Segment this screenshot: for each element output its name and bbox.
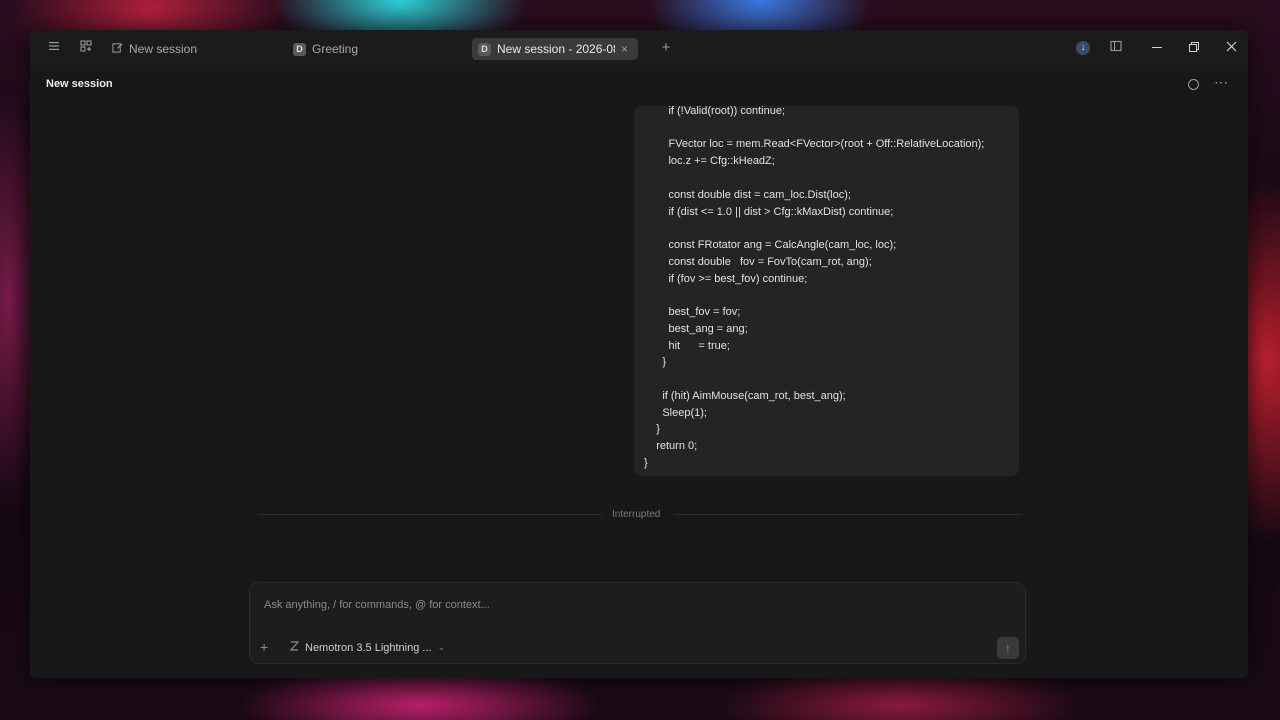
interrupted-label: Interrupted (612, 509, 661, 520)
code-line: if (!Valid(root)) continue; (644, 106, 786, 117)
minimize-icon[interactable] (1147, 38, 1167, 58)
tab-label: New session (129, 42, 198, 56)
layout-icon[interactable] (78, 40, 94, 56)
composer: + Nemotron 3.5 Lightning ... ⌄ ↑ (249, 582, 1026, 664)
code-line: } (644, 356, 667, 368)
tab-greeting[interactable]: D Greeting (293, 38, 358, 60)
page-title: New session (46, 78, 113, 90)
plus-icon[interactable]: + (658, 40, 674, 56)
code-block: if (!Valid(root)) continue; FVector loc … (634, 106, 1019, 476)
code-line: const double fov = FovTo(cam_rot, ang); (644, 256, 872, 268)
tab-badge: D (478, 42, 491, 56)
tab-active-session[interactable]: D New session - 2026-08-28 × (472, 38, 638, 60)
send-button[interactable]: ↑ (997, 637, 1019, 659)
model-selector[interactable]: Nemotron 3.5 Lightning ... ⌄ (289, 641, 446, 654)
code-line: const double dist = cam_loc.Dist(loc); (644, 189, 851, 201)
close-tab-icon[interactable]: × (621, 42, 628, 56)
model-icon (289, 641, 300, 654)
code-line: if (hit) AimMouse(cam_rot, best_ang); (644, 390, 846, 402)
prompt-input[interactable] (262, 595, 986, 615)
add-attachment-icon[interactable]: + (260, 639, 268, 655)
code-line: } (644, 423, 660, 435)
session-header: New session ⋯ (30, 66, 1248, 102)
code-line: if (dist <= 1.0 || dist > Cfg::kMaxDist)… (644, 206, 894, 218)
tab-new-session[interactable]: New session (112, 38, 197, 60)
code-line: } (644, 457, 648, 469)
code-line: best_ang = ang; (644, 323, 748, 335)
app-window: New session D Greeting D New session - 2… (30, 30, 1248, 678)
code-line: return 0; (644, 440, 698, 452)
model-name: Nemotron 3.5 Lightning ... (305, 641, 432, 654)
code-line: hit = true; (644, 340, 730, 352)
tab-label: Greeting (312, 42, 359, 56)
code-line: if (fov >= best_fov) continue; (644, 273, 808, 285)
code-line: loc.z += Cfg::kHeadZ; (644, 155, 775, 167)
more-options-icon[interactable]: ⋯ (1214, 74, 1228, 91)
tab-badge: D (293, 42, 306, 56)
divider (258, 514, 602, 515)
title-bar: New session D Greeting D New session - 2… (30, 30, 1248, 66)
edit-icon (112, 42, 123, 56)
divider (674, 514, 1022, 515)
download-icon[interactable]: ↓ (1076, 41, 1090, 55)
maximize-icon[interactable] (1184, 38, 1204, 58)
status-circle-icon[interactable] (1188, 79, 1199, 90)
close-icon[interactable] (1221, 38, 1241, 58)
code-line: best_fov = fov; (644, 306, 741, 318)
sidebar-icon[interactable] (1108, 40, 1124, 56)
tab-label: New session - 2026-08-28 (497, 42, 615, 56)
code-line: FVector loc = mem.Read<FVector>(root + O… (644, 138, 985, 150)
code-line: Sleep(1); (644, 407, 707, 419)
menu-icon[interactable] (46, 40, 62, 56)
code-line: const FRotator ang = CalcAngle(cam_loc, … (644, 239, 897, 251)
chevron-down-icon: ⌄ (437, 642, 446, 652)
